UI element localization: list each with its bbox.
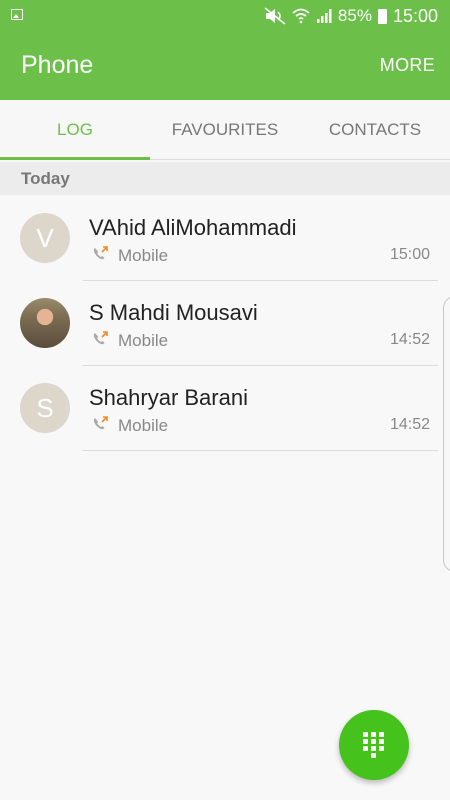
contact-name: Shahryar Barani (89, 385, 248, 410)
section-header-today: Today (0, 162, 450, 195)
call-type: Mobile (118, 416, 169, 435)
edge-panel-handle[interactable] (443, 296, 450, 572)
status-bar: 85% 15:00 (0, 0, 450, 32)
tab-favourites[interactable]: FAVOURITES (150, 100, 300, 160)
call-type: Mobile (118, 246, 169, 265)
dialpad-button[interactable] (339, 710, 409, 780)
outgoing-call-icon (93, 246, 108, 260)
gallery-icon (11, 9, 23, 20)
avatar[interactable]: V (20, 213, 70, 263)
tab-bar: LOG FAVOURITES CONTACTS (0, 100, 450, 160)
call-time: 14:52 (389, 416, 430, 433)
signal-icon (316, 9, 332, 23)
battery-percent: 85% (337, 6, 372, 25)
tab-contacts[interactable]: CONTACTS (300, 100, 450, 160)
log-item[interactable]: S Shahryar Barani Mobile 14:52 (0, 366, 450, 451)
tab-log[interactable]: LOG (0, 100, 150, 160)
status-icons: 85% 15:00 (264, 4, 438, 28)
status-time: 15:00 (392, 5, 438, 26)
avatar[interactable]: S (20, 383, 70, 433)
battery-icon (377, 8, 387, 24)
contact-name: VAhid AliMohammadi (89, 215, 297, 240)
dialpad-icon (363, 732, 385, 758)
call-type: Mobile (118, 331, 169, 350)
mute-icon (264, 7, 286, 25)
wifi-icon (292, 8, 310, 24)
avatar-photo[interactable] (20, 298, 70, 348)
app-bar: Phone MORE (0, 32, 450, 100)
divider (83, 450, 438, 451)
call-time: 14:52 (389, 331, 430, 348)
app-title: Phone (21, 51, 94, 79)
outgoing-call-icon (93, 416, 108, 430)
tab-indicator (0, 157, 150, 160)
more-button[interactable]: MORE (380, 55, 435, 76)
call-time: 15:00 (389, 246, 430, 263)
outgoing-call-icon (93, 331, 108, 345)
contact-name: S Mahdi Mousavi (89, 300, 258, 325)
log-item[interactable]: S Mahdi Mousavi Mobile 14:52 (0, 281, 450, 366)
log-item[interactable]: V VAhid AliMohammadi Mobile 15:00 (0, 196, 450, 281)
